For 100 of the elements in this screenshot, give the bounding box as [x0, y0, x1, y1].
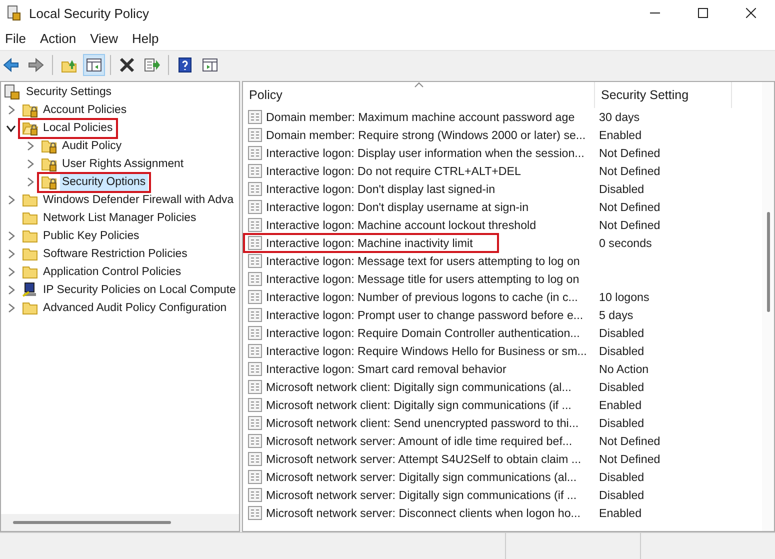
- policy-icon: [247, 181, 263, 197]
- policy-icon: [247, 379, 263, 395]
- table-cell: Not Defined: [599, 200, 660, 214]
- app-icon: [6, 5, 22, 21]
- table-cell: Microsoft network client: Digitally sign communications (al...: [266, 380, 572, 394]
- window-title: Local Security Policy: [29, 6, 149, 20]
- table-cell: Microsoft network server: Digitally sign communications (al...: [266, 470, 577, 484]
- close-icon: [746, 8, 756, 18]
- policy-icon: [247, 253, 263, 269]
- expanded-chevron-icon[interactable]: [6, 123, 16, 133]
- tree-item[interactable]: Security Options: [60, 174, 148, 190]
- table-cell: 30 days: [599, 110, 640, 124]
- policy-icon: [247, 163, 263, 179]
- collapsed-chevron-icon[interactable]: [6, 249, 16, 259]
- security-settings-icon: [4, 84, 20, 100]
- policy-icon: [247, 343, 263, 359]
- menu-item[interactable]: Help: [127, 30, 164, 46]
- table-cell: Disabled: [599, 416, 644, 430]
- policy-icon: [247, 307, 263, 323]
- table-cell: Not Defined: [599, 452, 660, 466]
- tree-item[interactable]: User Rights Assignment: [60, 156, 186, 172]
- forward-arrow-icon: [28, 57, 44, 73]
- table-cell: Microsoft network server: Disconnect clients when logon ho...: [266, 506, 580, 520]
- table-cell: Interactive logon: Number of previous logons to cache (in c...: [266, 290, 578, 304]
- menu-item[interactable]: Action: [34, 30, 82, 46]
- tree-item[interactable]: Application Control Policies: [41, 264, 184, 280]
- table-cell: Interactive logon: Message title for users attempting to log on: [266, 272, 580, 286]
- collapsed-chevron-icon[interactable]: [6, 105, 16, 115]
- policy-icon: [247, 271, 263, 287]
- table-cell: 0 seconds: [599, 236, 652, 250]
- table-cell: Domain member: Maximum machine account password age: [266, 110, 575, 124]
- scrollbar-thumb[interactable]: [13, 521, 171, 524]
- menu-item[interactable]: File: [0, 30, 31, 46]
- export-list-icon: [144, 57, 160, 73]
- policy-icon: [247, 505, 263, 521]
- table-cell: Interactive logon: Machine inactivity limit: [266, 236, 473, 250]
- tree-item[interactable]: Windows Defender Firewall with Adva: [41, 192, 236, 208]
- scrollbar-thumb[interactable]: [767, 212, 770, 312]
- tree-item[interactable]: Account Policies: [41, 102, 129, 118]
- table-cell: Interactive logon: Display user information when the session...: [266, 146, 584, 160]
- table-cell: Enabled: [599, 128, 642, 142]
- policy-icon: [247, 487, 263, 503]
- folder-icon: [22, 210, 38, 226]
- table-cell: Interactive logon: Require Domain Controller authentication...: [266, 326, 580, 340]
- table-cell: Interactive logon: Message text for users attempting to log on: [266, 254, 580, 268]
- tree-item[interactable]: Local Policies: [41, 120, 115, 136]
- policy-icon: [247, 325, 263, 341]
- table-cell: Enabled: [599, 506, 642, 520]
- tree-item[interactable]: Software Restriction Policies: [41, 246, 190, 262]
- menu-item[interactable]: View: [85, 30, 124, 46]
- collapsed-chevron-icon[interactable]: [6, 195, 16, 205]
- policy-icon: [247, 415, 263, 431]
- toolbar-button[interactable]: [83, 54, 105, 76]
- table-cell: Not Defined: [599, 146, 660, 160]
- policy-icon: [247, 235, 263, 251]
- tree-item[interactable]: Audit Policy: [60, 138, 124, 154]
- table-cell: Interactive logon: Smart card removal behavior: [266, 362, 506, 376]
- collapsed-chevron-icon[interactable]: [6, 303, 16, 313]
- collapsed-chevron-icon[interactable]: [25, 159, 35, 169]
- table-cell: Domain member: Require strong (Windows 2000 or later) se...: [266, 128, 586, 142]
- table-cell: Microsoft network client: Digitally sign communications (if ...: [266, 398, 572, 412]
- table-cell: Interactive logon: Machine account lockout threshold: [266, 218, 536, 232]
- help-icon: [177, 57, 193, 73]
- policy-icon: [247, 451, 263, 467]
- table-cell: Interactive logon: Don't display username at sign-in: [266, 200, 529, 214]
- tree-item[interactable]: IP Security Policies on Local Compute: [41, 282, 238, 298]
- tree-item[interactable]: Security Settings: [24, 84, 114, 100]
- policy-icon: [247, 217, 263, 233]
- tree-item[interactable]: Public Key Policies: [41, 228, 142, 244]
- table-cell: Microsoft network client: Send unencrypted password to thi...: [266, 416, 579, 430]
- policy-icon: [247, 127, 263, 143]
- tree-panel-icon: [86, 57, 102, 73]
- policy-icon: [247, 361, 263, 377]
- table-cell: Disabled: [599, 326, 644, 340]
- table-cell: 5 days: [599, 308, 634, 322]
- collapsed-chevron-icon[interactable]: [25, 141, 35, 151]
- collapsed-chevron-icon[interactable]: [6, 267, 16, 277]
- collapsed-chevron-icon[interactable]: [6, 231, 16, 241]
- table-cell: Not Defined: [599, 434, 660, 448]
- column-header[interactable]: Policy: [243, 82, 595, 108]
- policy-icon: [247, 289, 263, 305]
- table-cell: Interactive logon: Require Windows Hello for Business or sm...: [266, 344, 587, 358]
- table-cell: Disabled: [599, 470, 644, 484]
- table-cell: Not Defined: [599, 218, 660, 232]
- table-cell: No Action: [599, 362, 649, 376]
- policy-icon: [247, 145, 263, 161]
- maximize-icon: [698, 8, 708, 18]
- table-cell: Microsoft network server: Attempt S4U2Self to obtain claim ...: [266, 452, 582, 466]
- action-panel-icon: [202, 57, 218, 73]
- collapsed-chevron-icon[interactable]: [25, 177, 35, 187]
- tree-item[interactable]: Network List Manager Policies: [41, 210, 198, 226]
- table-cell: Disabled: [599, 182, 644, 196]
- column-header[interactable]: Security Setting: [595, 82, 732, 108]
- table-cell: Disabled: [599, 380, 644, 394]
- collapsed-chevron-icon[interactable]: [6, 285, 16, 295]
- table-cell: Microsoft network server: Amount of idle time required bef...: [266, 434, 572, 448]
- table-cell: Interactive logon: Do not require CTRL+ALT+DEL: [266, 164, 521, 178]
- delete-icon: [119, 57, 135, 73]
- tree-item[interactable]: Advanced Audit Policy Configuration: [41, 300, 229, 316]
- table-cell: Not Defined: [599, 164, 660, 178]
